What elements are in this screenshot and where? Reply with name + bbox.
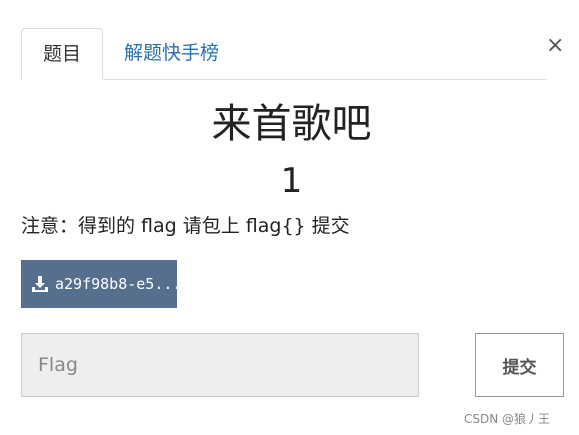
challenge-note: 注意：得到的 flag 请包上 flag{} 提交 <box>21 215 350 237</box>
tab-bar: 题目 解题快手榜 <box>21 28 547 80</box>
download-icon <box>32 276 48 292</box>
flag-input[interactable] <box>21 333 419 397</box>
csdn-watermark: CSDN @狼丿王 <box>464 412 551 426</box>
download-file-label: a29f98b8-e5... <box>55 275 177 293</box>
download-file-button[interactable]: a29f98b8-e5... <box>21 260 177 308</box>
submit-button[interactable]: 提交 <box>475 333 564 397</box>
tab-leaderboard[interactable]: 解题快手榜 <box>124 28 219 79</box>
challenge-title: 来首歌吧 <box>211 101 372 147</box>
close-icon[interactable]: × <box>546 33 564 58</box>
challenge-points: 1 <box>280 161 303 201</box>
tab-challenge[interactable]: 题目 <box>21 28 103 80</box>
